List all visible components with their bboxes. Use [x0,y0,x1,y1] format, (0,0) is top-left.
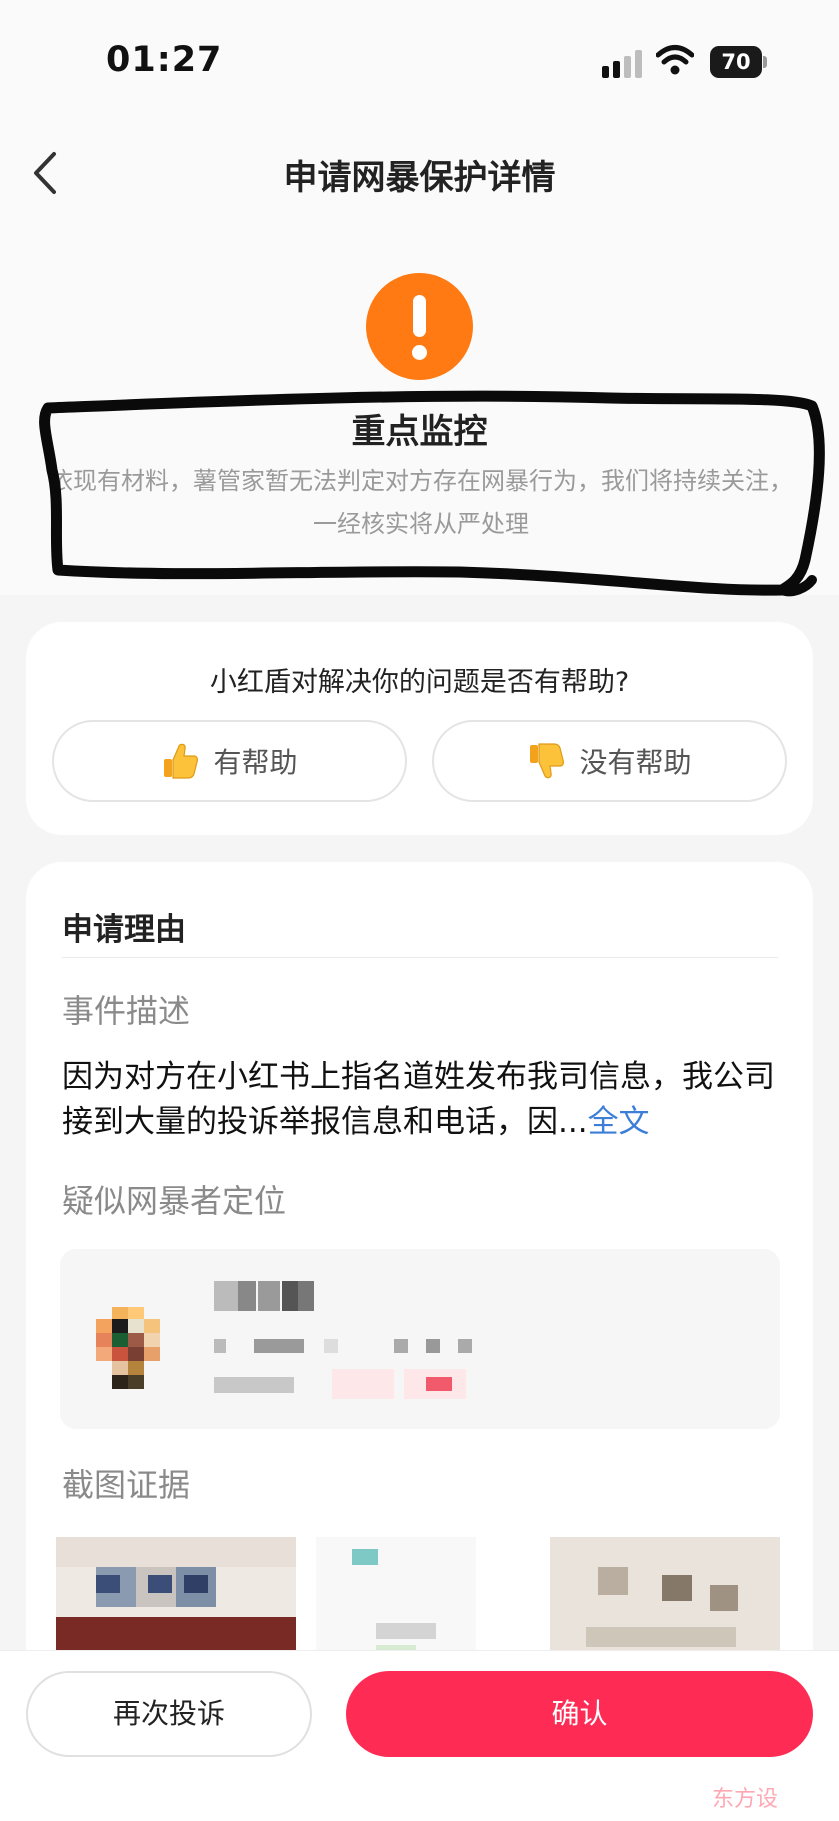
complain-again-button[interactable]: 再次投诉 [26,1671,312,1757]
suspect-label: 疑似网暴者定位 [62,1182,287,1220]
feedback-card: 小红盾对解决你的问题是否有帮助? 有帮助 没有帮助 [26,622,813,835]
page-title: 申请网暴保护详情 [283,158,556,198]
thumbs-down-icon [530,743,565,779]
avatar [96,1307,160,1395]
reason-title: 申请理由 [62,912,186,948]
event-text: 因为对方在小红书上指名道姓发布我司信息，我公司接到大量的投诉举报信息和电话，因.… [62,1059,775,1140]
event-label: 事件描述 [62,992,191,1030]
feedback-question: 小红盾对解决你的问题是否有帮助? [209,667,630,698]
divider [62,957,778,958]
status-description: 依现有材料，薯管家暂无法判定对方存在网暴行为，我们将持续关注，一经核实将从严处理 [49,467,793,538]
status-title: 重点监控 [351,412,488,452]
battery-cap [763,56,767,68]
user-tags-blurred [214,1369,514,1399]
signal-icon [602,50,642,78]
user-info-blurred [214,1339,474,1357]
evidence-label: 截图证据 [62,1466,191,1504]
wifi-icon [656,45,694,75]
watermark: 东方设 [712,1787,779,1812]
helpful-label: 有帮助 [213,746,298,779]
not-helpful-label: 没有帮助 [579,746,692,779]
thumbs-up-icon [164,743,199,779]
user-name-blurred [214,1281,314,1311]
not-helpful-button[interactable]: 没有帮助 [432,720,787,802]
event-description: 因为对方在小红书上指名道姓发布我司信息，我公司接到大量的投诉举报信息和电话，因.… [62,1055,792,1145]
helpful-button[interactable]: 有帮助 [52,720,407,802]
full-text-link[interactable]: 全文 [588,1104,650,1140]
exclamation-icon [366,273,473,380]
confirm-button[interactable]: 确认 [346,1671,813,1757]
suspect-user-card[interactable] [60,1249,780,1429]
battery-indicator: 70 [710,46,767,78]
battery-level: 70 [710,46,762,78]
status-time: 01:27 [106,40,223,80]
